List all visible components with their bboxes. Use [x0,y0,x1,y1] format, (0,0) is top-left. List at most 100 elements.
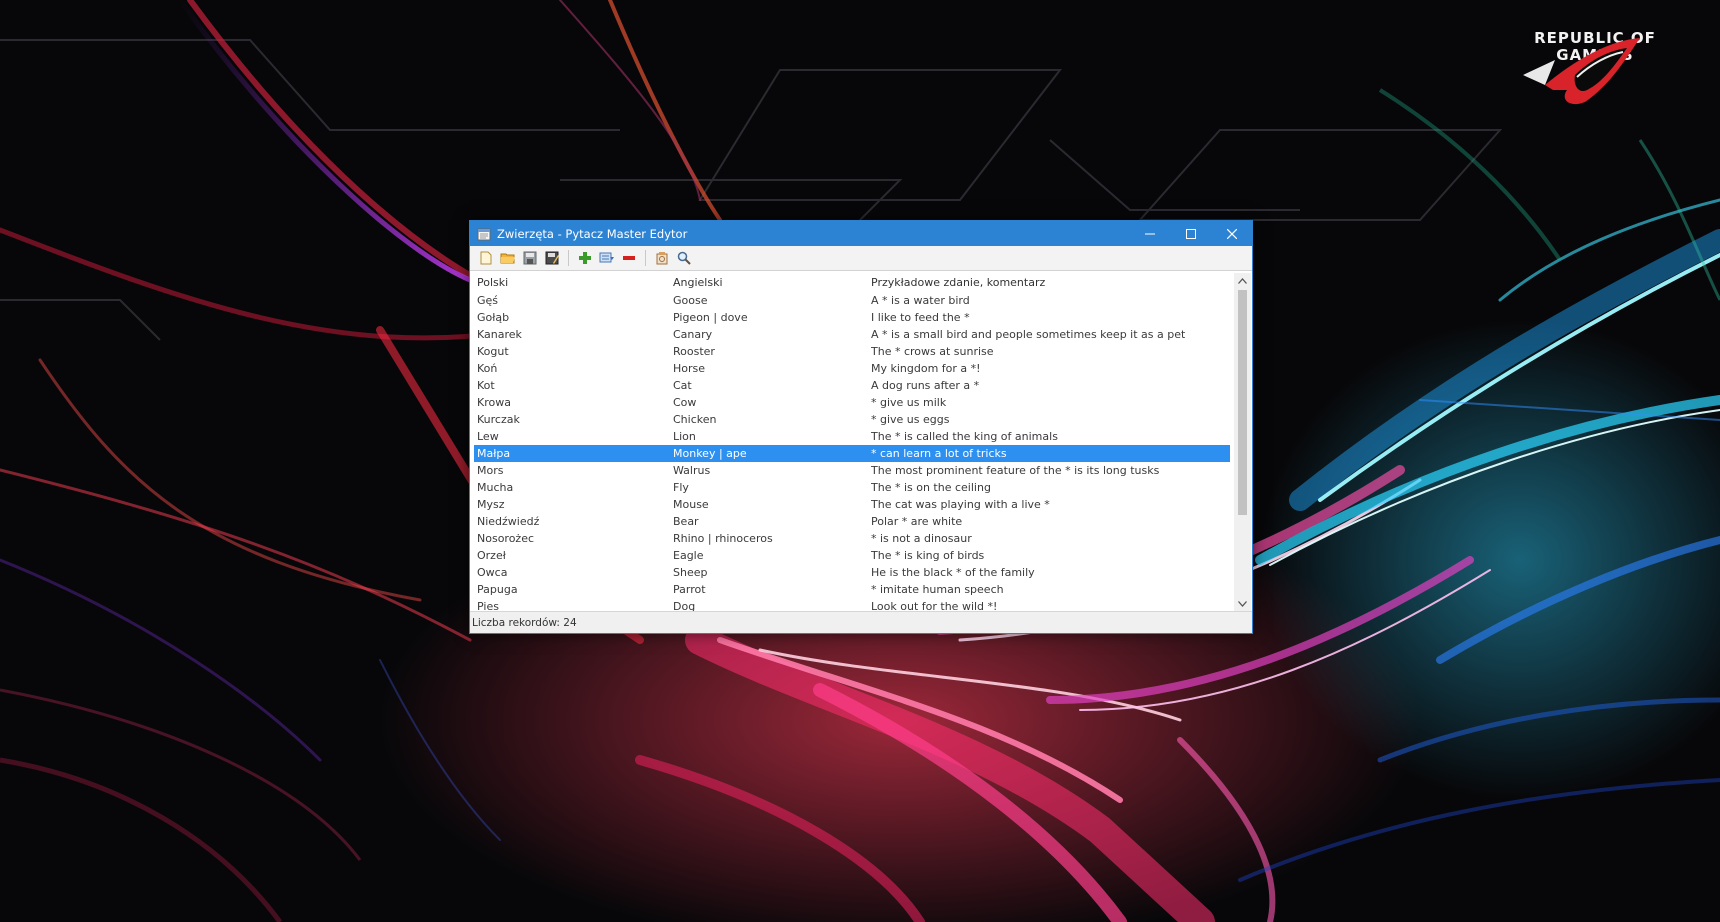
record-count: Liczba rekordów: 24 [472,616,577,629]
table-row[interactable]: Mors Walrus The most prominent feature of … [474,462,1230,479]
cell-angielski: Lion [673,430,696,443]
scroll-thumb[interactable] [1238,290,1247,515]
open-folder-button[interactable] [498,248,518,268]
cell-polski: Kanarek [477,328,522,341]
cell-polski: Gołąb [477,311,510,324]
save-as-icon [545,251,559,265]
cell-polski: Pies [477,600,499,612]
toolbar-separator [645,250,646,266]
cell-angielski: Dog [673,600,696,612]
close-icon [1226,228,1237,239]
cell-angielski: Canary [673,328,713,341]
cell-komentarz: The most prominent feature of the * is i… [871,464,1160,477]
table-row[interactable]: Orzeł Eagle The * is king of birds [474,547,1230,564]
scroll-down-button[interactable] [1234,596,1251,612]
cell-polski: Mors [477,464,504,477]
cell-komentarz: * is not a dinosaur [871,532,972,545]
cell-komentarz: The * crows at sunrise [871,345,994,358]
cell-polski: Małpa [477,447,511,460]
add-record-button[interactable] [575,248,595,268]
cell-polski: Owca [477,566,508,579]
minimize-icon [1144,233,1155,234]
table-row[interactable]: Gęś Goose A * is a water bird [474,292,1230,309]
toolbar [470,246,1252,271]
table-row[interactable]: Małpa Monkey | ape * can learn a lot of tr… [474,445,1230,462]
save-as-button[interactable] [542,248,562,268]
cell-komentarz: The * is called the king of animals [871,430,1058,443]
table-row[interactable]: Kurczak Chicken * give us eggs [474,411,1230,428]
table-row[interactable]: Kot Cat A dog runs after a * [474,377,1230,394]
cell-komentarz: A dog runs after a * [871,379,980,392]
cell-komentarz: A * is a water bird [871,294,970,307]
table-row[interactable]: Mysz Mouse The cat was playing with a live… [474,496,1230,513]
search-button[interactable] [674,248,694,268]
table-row[interactable]: Owca Sheep He is the black * of the family [474,564,1230,581]
cell-angielski: Walrus [673,464,711,477]
search-icon [677,251,691,265]
table-row[interactable]: Papuga Parrot * imitate human speech [474,581,1230,598]
cell-angielski: Pigeon | dove [673,311,748,324]
toolbar-separator [568,250,569,266]
cell-angielski: Rhino | rhinoceros [673,532,773,545]
table-row[interactable]: Kogut Rooster The * crows at sunrise [474,343,1230,360]
settings-icon [656,252,668,265]
title-bar[interactable]: Zwierzęta - Pytacz Master Edytor [470,221,1252,246]
cell-komentarz: * imitate human speech [871,583,1004,596]
table-row[interactable]: Koń Horse My kingdom for a *! [474,360,1230,377]
chevron-down-icon [1238,601,1247,607]
cell-polski: Nosorożec [477,532,535,545]
minimize-button[interactable] [1129,221,1170,246]
table-body: Gęś Goose A * is a water bird Gołąb Pigeon |… [474,292,1230,612]
close-button[interactable] [1211,221,1252,246]
cell-komentarz: I like to feed the * [871,311,970,324]
scroll-up-button[interactable] [1234,273,1251,289]
maximize-icon [1185,228,1196,239]
table-row[interactable]: Niedźwiedź Bear Polar * are white [474,513,1230,530]
add-record-icon [579,252,591,264]
cell-angielski: Bear [673,515,699,528]
table-row[interactable]: Kanarek Canary A * is a small bird and peo… [474,326,1230,343]
cell-komentarz: My kingdom for a *! [871,362,981,375]
column-header-komentarz[interactable]: Przykładowe zdanie, komentarz [871,273,1226,292]
cell-komentarz: A * is a small bird and people sometimes… [871,328,1186,341]
cell-polski: Mucha [477,481,514,494]
cell-komentarz: * give us eggs [871,413,950,426]
column-header-polski[interactable]: Polski [477,273,667,292]
rog-eye-logo-icon [1523,38,1640,105]
save-button[interactable] [520,248,540,268]
table-row[interactable]: Krowa Cow * give us milk [474,394,1230,411]
window-title: Zwierzęta - Pytacz Master Edytor [497,226,688,241]
settings-button[interactable] [652,248,672,268]
records-table[interactable]: Polski Angielski Przykładowe zdanie, kom… [474,273,1230,612]
rog-logo: REPUBLIC OF GAMERS [1515,30,1675,105]
status-bar: Liczba rekordów: 24 [470,611,1252,633]
vertical-scrollbar[interactable] [1234,273,1251,612]
open-folder-icon [500,253,515,264]
cell-polski: Krowa [477,396,511,409]
cell-komentarz: The * is on the ceiling [871,481,991,494]
table-row[interactable]: Gołąb Pigeon | dove I like to feed the * [474,309,1230,326]
new-file-icon [480,251,492,265]
cell-angielski: Mouse [673,498,709,511]
delete-record-button[interactable] [619,248,639,268]
cell-angielski: Monkey | ape [673,447,747,460]
edit-record-button[interactable] [597,248,617,268]
cell-angielski: Goose [673,294,708,307]
table-row[interactable]: Pies Dog Look out for the wild *! [474,598,1230,612]
cell-angielski: Rooster [673,345,715,358]
maximize-button[interactable] [1170,221,1211,246]
cell-polski: Kot [477,379,495,392]
column-header-angielski[interactable]: Angielski [673,273,863,292]
cell-polski: Niedźwiedź [477,515,540,528]
cell-polski: Mysz [477,498,505,511]
table-row[interactable]: Mucha Fly The * is on the ceiling [474,479,1230,496]
table-row[interactable]: Lew Lion The * is called the king of anima… [474,428,1230,445]
cell-polski: Gęś [477,294,499,307]
table-header: Polski Angielski Przykładowe zdanie, kom… [474,273,1230,292]
table-row[interactable]: Nosorożec Rhino | rhinoceros * is not a di… [474,530,1230,547]
new-file-button[interactable] [476,248,496,268]
cell-angielski: Horse [673,362,706,375]
cell-angielski: Cow [673,396,697,409]
notepad-icon[interactable] [477,227,491,241]
cell-komentarz: He is the black * of the family [871,566,1035,579]
